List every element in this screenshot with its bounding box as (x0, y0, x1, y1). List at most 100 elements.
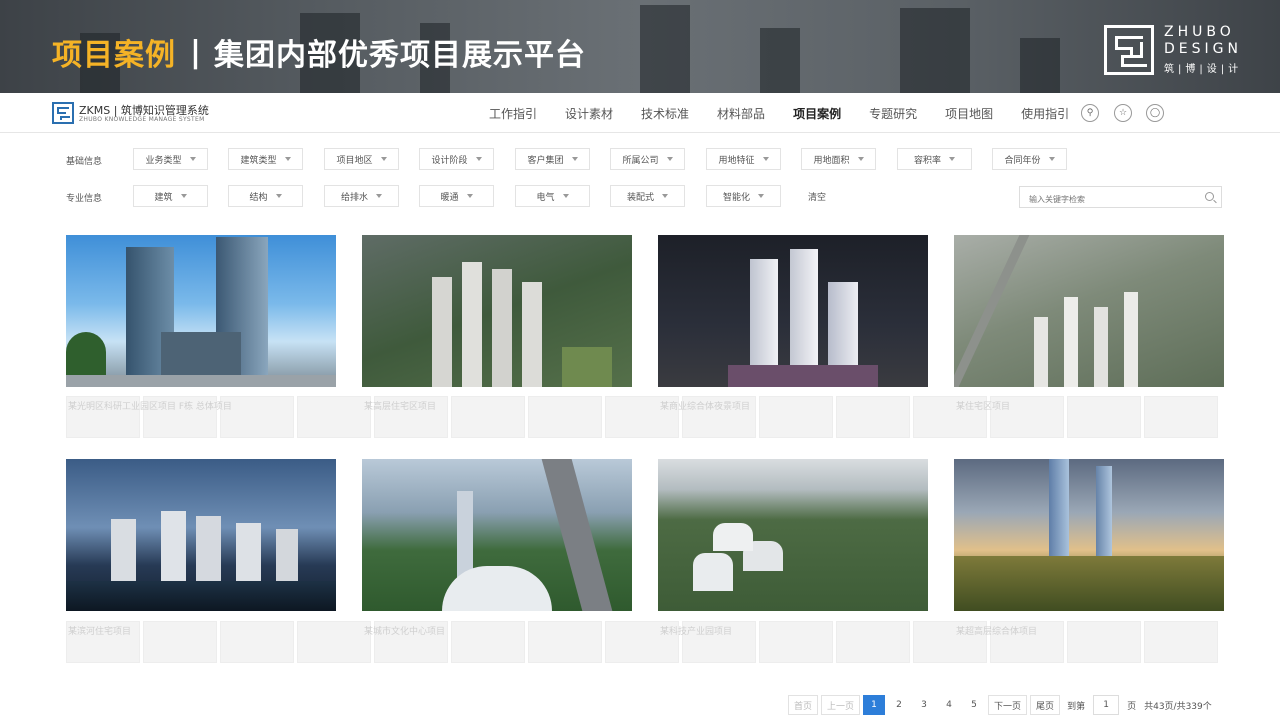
nav-item-1[interactable]: 工作指引 (489, 105, 537, 122)
nav-item-6[interactable]: 专题研究 (869, 105, 917, 122)
basic-filter-select-8[interactable]: 用地面积 (801, 148, 876, 170)
project-caption-5: 某滨河住宅项目 (68, 624, 328, 637)
chevron-down-icon (763, 157, 769, 161)
nav-item-8[interactable]: 使用指引 (1021, 105, 1069, 122)
page-1-button[interactable]: 1 (863, 695, 885, 715)
basic-filter-select-3[interactable]: 项目地区 (324, 148, 399, 170)
page-3-button[interactable]: 3 (913, 695, 935, 715)
basic-filter-select-label: 所属公司 (622, 153, 658, 166)
page-2-button[interactable]: 2 (888, 695, 910, 715)
project-card-4[interactable] (954, 235, 1224, 387)
chevron-down-icon (190, 157, 196, 161)
page-4-button[interactable]: 4 (938, 695, 960, 715)
basic-filter-select-7[interactable]: 用地特征 (706, 148, 781, 170)
basic-filter-select-label: 客户集团 (527, 153, 563, 166)
prev-page-button[interactable]: 上一页 (821, 695, 860, 715)
project-caption-3: 某商业综合体夜景项目 (660, 399, 920, 412)
page-5-button[interactable]: 5 (963, 695, 985, 715)
chevron-down-icon (285, 157, 291, 161)
professional-filter-select-5[interactable]: 电气 (515, 185, 590, 207)
basic-filter-select-1[interactable]: 业务类型 (133, 148, 208, 170)
professional-filter-select-label: 结构 (249, 190, 267, 203)
nav-item-2[interactable]: 设计素材 (565, 105, 613, 122)
project-caption-1: 某光明区科研工业园区项目 F栋 总体项目 (68, 399, 328, 412)
basic-filter-select-4[interactable]: 设计阶段 (419, 148, 494, 170)
brand: ZHUBO DESIGN 筑|博|设|计 (1104, 24, 1242, 75)
first-page-button[interactable]: 首页 (788, 695, 818, 715)
basic-filter-select-label: 合同年份 (1004, 153, 1040, 166)
star-icon[interactable]: ☆ (1114, 104, 1132, 122)
project-card-8[interactable] (954, 459, 1224, 611)
filter-row-professional-label: 专业信息 (66, 191, 102, 204)
professional-filter-select-4[interactable]: 暖通 (419, 185, 494, 207)
zkms-logo-icon[interactable] (52, 102, 74, 124)
page-unit: 页 (1127, 699, 1136, 712)
basic-filter-select-label: 设计阶段 (431, 153, 467, 166)
banner-title-separator: | (190, 35, 202, 70)
banner-title-highlight: 项目案例 (52, 30, 176, 74)
main-menu: 工作指引 设计素材 技术标准 材料部品 项目案例 专题研究 项目地图 使用指引 (489, 105, 1097, 122)
professional-filter-select-label: 暖通 (440, 190, 458, 203)
project-card-7[interactable] (658, 459, 928, 611)
basic-filter-select-6[interactable]: 所属公司 (610, 148, 685, 170)
keyword-search-input[interactable] (1020, 190, 1190, 210)
professional-filter-select-label: 电气 (536, 190, 554, 203)
chevron-down-icon (276, 194, 282, 198)
search-icon[interactable] (1205, 192, 1214, 201)
chevron-down-icon (563, 194, 569, 198)
basic-filter-select-2[interactable]: 建筑类型 (228, 148, 303, 170)
next-page-button[interactable]: 下一页 (988, 695, 1027, 715)
last-page-button[interactable]: 尾页 (1030, 695, 1060, 715)
project-caption-4: 某住宅区项目 (956, 399, 1216, 412)
basic-filter-select-label: 用地特征 (718, 153, 754, 166)
chevron-down-icon (949, 157, 955, 161)
basic-filter-select-label: 容积率 (914, 153, 941, 166)
nav-item-3[interactable]: 技术标准 (641, 105, 689, 122)
professional-filter-select-7[interactable]: 智能化 (706, 185, 781, 207)
basic-filter-select-9[interactable]: 容积率 (897, 148, 972, 170)
chevron-down-icon (376, 194, 382, 198)
clear-button[interactable]: 清空 (808, 190, 826, 203)
project-card-1[interactable] (66, 235, 336, 387)
basic-filter-select-label: 建筑类型 (240, 153, 276, 166)
professional-filter-select-3[interactable]: 给排水 (324, 185, 399, 207)
brand-line-3: 筑|博|设|计 (1164, 60, 1242, 75)
nav-item-7[interactable]: 项目地图 (945, 105, 993, 122)
chevron-down-icon (662, 194, 668, 198)
zhubo-logo-icon (1104, 25, 1154, 75)
project-card-6[interactable] (362, 459, 632, 611)
keyword-search (1019, 186, 1222, 208)
basic-filter-select-label: 项目地区 (336, 153, 372, 166)
top-banner: 项目案例 | 集团内部优秀项目展示平台 ZHUBO DESIGN 筑|博|设|计 (0, 0, 1280, 93)
chevron-down-icon (467, 194, 473, 198)
basic-filter-select-5[interactable]: 客户集团 (515, 148, 590, 170)
professional-filter-select-2[interactable]: 结构 (228, 185, 303, 207)
project-card-5[interactable] (66, 459, 336, 611)
basic-filter-select-label: 用地面积 (813, 153, 849, 166)
professional-filter-select-label: 建筑 (154, 190, 172, 203)
chevron-down-icon (476, 157, 482, 161)
professional-filter-select-1[interactable]: 建筑 (133, 185, 208, 207)
chevron-down-icon (381, 157, 387, 161)
nav-item-4[interactable]: 材料部品 (717, 105, 765, 122)
banner-title: 项目案例 | 集团内部优秀项目展示平台 (52, 30, 586, 74)
project-card-2[interactable] (362, 235, 632, 387)
project-caption-8: 某超高层综合体项目 (956, 624, 1216, 637)
nav-item-5[interactable]: 项目案例 (793, 105, 841, 122)
goto-page-input[interactable]: 1 (1093, 695, 1119, 715)
pagination: 首页 上一页 12345 下一页 尾页 到第 1 页 共43页/共339个 (788, 695, 1216, 715)
professional-filter-select-6[interactable]: 装配式 (610, 185, 685, 207)
project-caption-7: 某科技产业园项目 (660, 624, 920, 637)
system-name-en: ZHUBO KNOWLEDGE MANAGE SYSTEM (79, 116, 205, 123)
project-card-3[interactable] (658, 235, 928, 387)
basic-filter-select-10[interactable]: 合同年份 (992, 148, 1067, 170)
chevron-down-icon (758, 194, 764, 198)
brand-line-1: ZHUBO (1164, 24, 1242, 41)
search-icon[interactable]: ⚲ (1081, 104, 1099, 122)
user-icon[interactable]: ◯ (1146, 104, 1164, 122)
filter-row-basic-label: 基础信息 (66, 154, 102, 167)
project-caption-6: 某城市文化中心项目 (364, 624, 624, 637)
chevron-down-icon (667, 157, 673, 161)
chevron-down-icon (181, 194, 187, 198)
chevron-down-icon (572, 157, 578, 161)
